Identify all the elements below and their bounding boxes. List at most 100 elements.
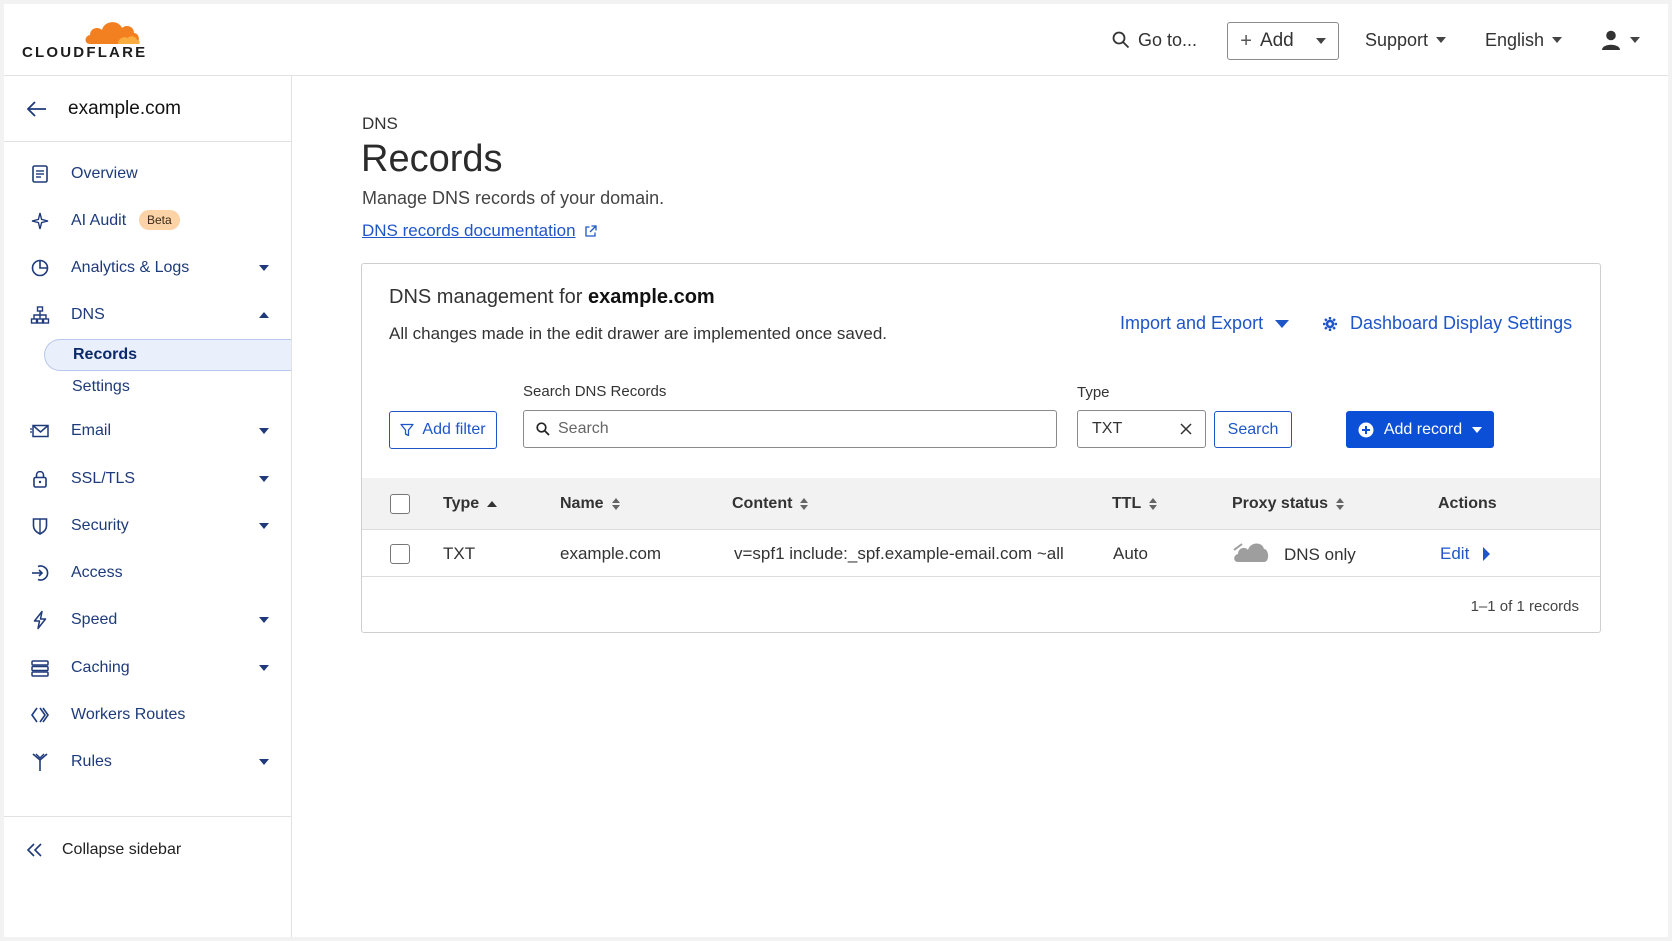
sign-in-icon <box>32 565 49 581</box>
chevron-down-icon <box>1275 319 1290 328</box>
goto-label: Go to... <box>1138 29 1198 50</box>
plus-circle-icon <box>1358 422 1374 437</box>
column-name[interactable]: Name <box>560 495 620 513</box>
collapse-sidebar-button[interactable]: Collapse sidebar <box>26 841 181 859</box>
column-actions: Actions <box>1438 495 1497 513</box>
sidebar-item-ai-audit[interactable]: AI Audit Beta <box>4 201 291 241</box>
sidebar-subitem-settings[interactable]: Settings <box>44 371 291 403</box>
sidebar-footer: Collapse sidebar <box>4 816 291 937</box>
chevron-up-icon <box>259 312 269 318</box>
cell-ttl: Auto <box>1113 544 1148 563</box>
sidebar-item-caching[interactable]: Caching <box>4 648 291 688</box>
doc-link-label: DNS records documentation <box>362 221 576 240</box>
sidebar-item-label: Access <box>71 564 123 581</box>
column-proxy-status[interactable]: Proxy status <box>1232 495 1345 513</box>
search-icon <box>1112 31 1130 49</box>
sidebar-item-email[interactable]: Email <box>4 411 291 451</box>
chevron-down-icon <box>1472 426 1483 433</box>
search-records-field[interactable] <box>523 410 1057 448</box>
sort-icon <box>800 498 809 510</box>
card-subtitle: All changes made in the edit drawer are … <box>389 324 888 343</box>
goto-button[interactable]: Go to... <box>1112 4 1197 76</box>
proxy-status-label: DNS only <box>1284 545 1356 564</box>
import-export-menu[interactable]: Import and Export <box>1120 313 1290 334</box>
cloud-logo-icon <box>85 22 140 44</box>
gear-icon <box>1323 316 1337 331</box>
sidebar-item-access[interactable]: Access <box>4 553 291 593</box>
server-stack-icon <box>31 660 49 677</box>
lightning-icon <box>33 610 47 630</box>
zone-header: example.com <box>4 76 291 142</box>
close-icon[interactable] <box>1179 420 1193 438</box>
sidebar-item-security[interactable]: Security <box>4 506 291 546</box>
add-record-button[interactable]: Add record <box>1346 411 1494 448</box>
column-name-label: Name <box>560 495 604 512</box>
top-bar: CLOUDFLARE Go to... + Add Support Englis… <box>4 4 1668 76</box>
sidebar-item-label: Workers Routes <box>71 706 186 723</box>
language-label: English <box>1485 29 1545 50</box>
back-arrow-icon[interactable] <box>26 100 48 118</box>
add-button[interactable]: + Add <box>1227 22 1339 60</box>
import-export-label: Import and Export <box>1120 313 1264 333</box>
sidebar-item-analytics[interactable]: Analytics & Logs <box>4 248 291 288</box>
support-label: Support <box>1365 29 1429 50</box>
filter-icon <box>400 423 415 437</box>
column-proxy-status-label: Proxy status <box>1232 495 1329 512</box>
main-content: DNS Records Manage DNS records of your d… <box>292 76 1668 937</box>
chevron-down-icon <box>1552 37 1563 43</box>
search-records-input[interactable] <box>558 420 1038 438</box>
records-count: 1–1 of 1 records <box>1470 598 1579 615</box>
sidebar-item-speed[interactable]: Speed <box>4 600 291 640</box>
type-filter-select[interactable]: TXT <box>1077 410 1206 448</box>
support-menu[interactable]: Support <box>1365 4 1447 76</box>
sidebar-item-label: Analytics & Logs <box>71 259 190 276</box>
card-title-domain: example.com <box>587 286 715 308</box>
sidebar-item-label: Speed <box>71 611 118 628</box>
pie-chart-icon <box>31 259 49 277</box>
chevron-down-icon <box>1315 38 1326 44</box>
card-title: DNS management for example.com <box>389 286 715 309</box>
sidebar-item-rules[interactable]: Rules <box>4 742 291 782</box>
add-filter-button[interactable]: Add filter <box>389 411 497 449</box>
diamond-code-icon <box>31 707 49 723</box>
sidebar-item-dns[interactable]: DNS <box>4 295 291 335</box>
cell-name: example.com <box>560 544 662 563</box>
sidebar-item-label: DNS <box>71 306 105 323</box>
sidebar-item-overview[interactable]: Overview <box>4 154 291 194</box>
column-ttl[interactable]: TTL <box>1112 495 1158 513</box>
sidebar-item-label: Caching <box>71 659 130 676</box>
language-menu[interactable]: English <box>1485 4 1563 76</box>
card-title-prefix: DNS management for <box>389 286 588 308</box>
edit-record-button[interactable]: Edit <box>1440 544 1491 564</box>
page-title: Records <box>361 138 503 180</box>
column-type[interactable]: Type <box>443 495 498 513</box>
user-menu[interactable] <box>1600 4 1640 76</box>
cell-proxy-status: DNS only <box>1232 538 1356 566</box>
sidebar-item-label: Rules <box>71 753 112 770</box>
dashboard-display-settings-button[interactable]: Dashboard Display Settings <box>1322 313 1572 334</box>
select-all-checkbox[interactable] <box>390 494 410 514</box>
envelope-icon <box>30 424 49 438</box>
display-settings-label: Dashboard Display Settings <box>1350 313 1573 333</box>
edit-label: Edit <box>1440 544 1470 563</box>
sidebar-item-label: Security <box>71 517 129 534</box>
dns-documentation-link[interactable]: DNS records documentation <box>362 221 597 241</box>
sort-icon <box>611 498 620 510</box>
network-icon <box>30 306 50 324</box>
sidebar-subitem-records[interactable]: Records <box>44 339 291 371</box>
search-button[interactable]: Search <box>1214 411 1292 448</box>
sidebar-item-ssl-tls[interactable]: SSL/TLS <box>4 459 291 499</box>
row-checkbox[interactable] <box>390 544 410 564</box>
zone-name: example.com <box>68 98 181 119</box>
column-content[interactable]: Content <box>732 495 809 513</box>
fork-icon <box>32 753 48 771</box>
chevron-down-icon <box>1436 37 1447 43</box>
cloudflare-logo[interactable]: CLOUDFLARE <box>18 14 148 66</box>
cell-content: v=spf1 include:_spf.example-email.com ~a… <box>734 544 1064 563</box>
column-ttl-label: TTL <box>1112 495 1142 512</box>
chevron-down-icon <box>259 428 269 434</box>
chevron-down-icon <box>1630 37 1640 43</box>
external-link-icon <box>584 224 597 237</box>
sort-icon <box>1149 498 1158 510</box>
sidebar-item-workers-routes[interactable]: Workers Routes <box>4 695 291 735</box>
